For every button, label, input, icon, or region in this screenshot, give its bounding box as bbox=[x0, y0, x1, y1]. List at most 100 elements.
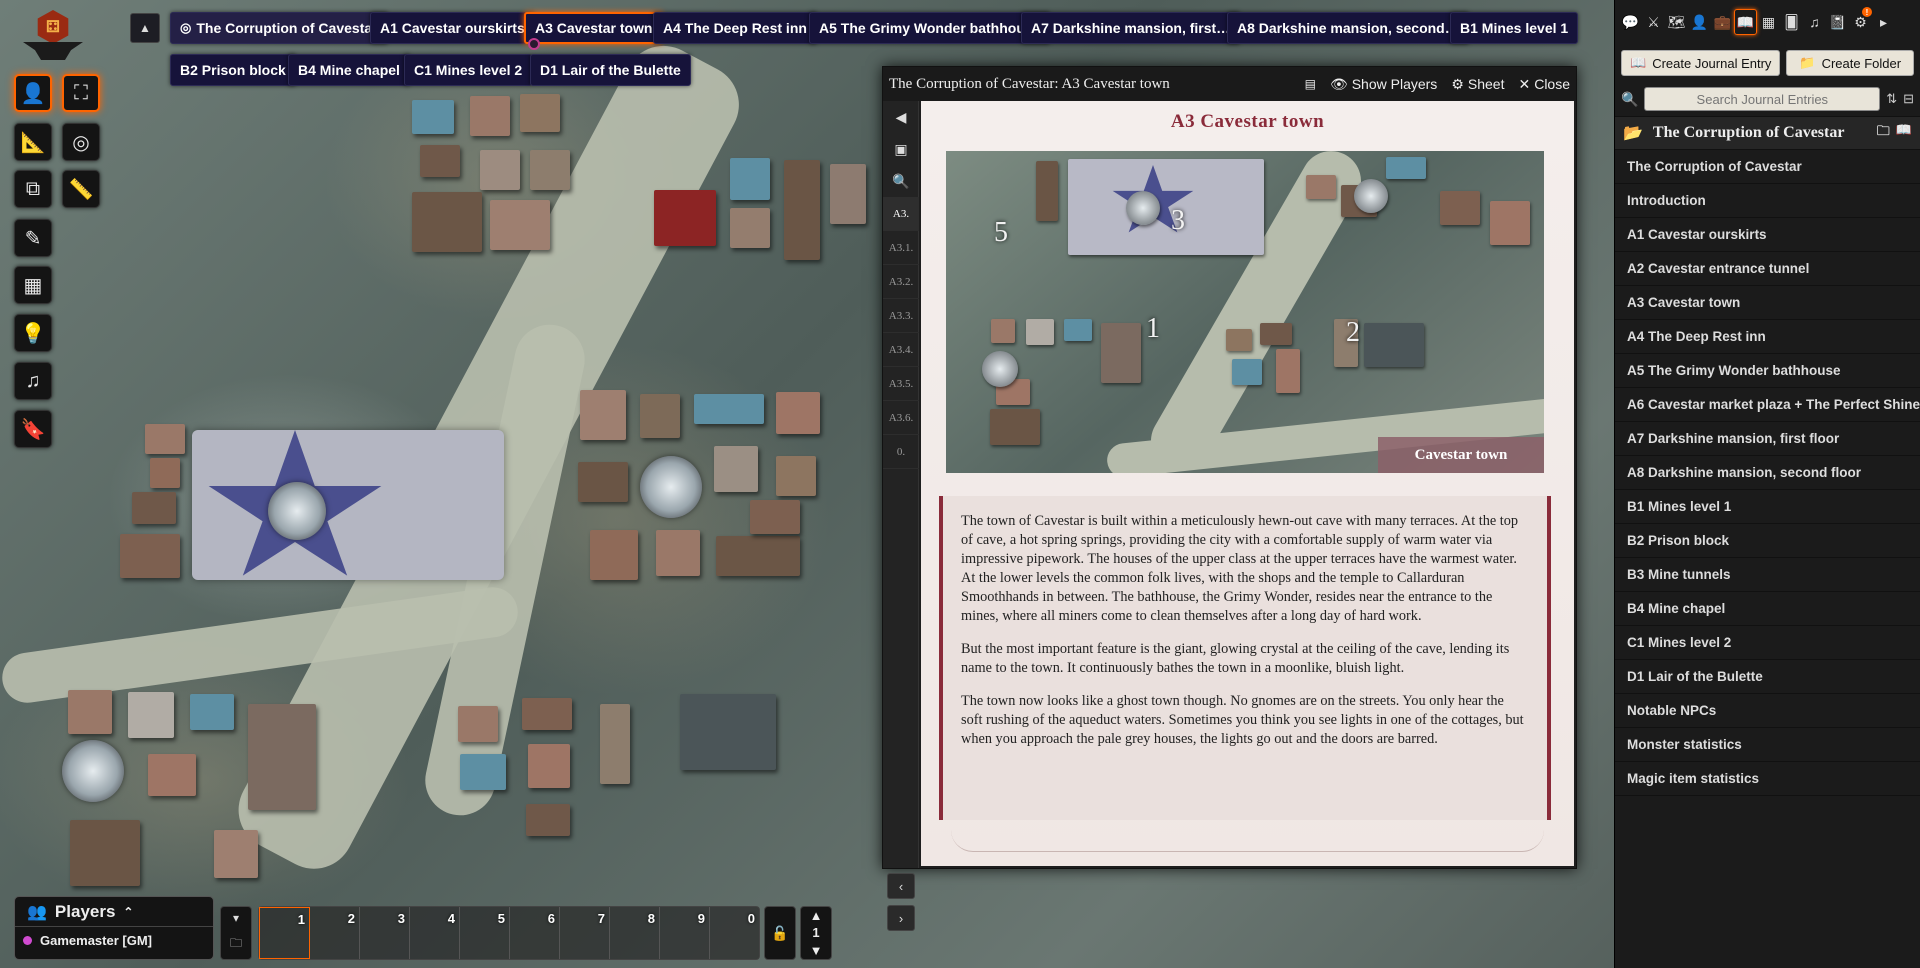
search-icon[interactable]: 🔍 bbox=[883, 165, 919, 197]
macro-slot[interactable]: 0 bbox=[710, 907, 759, 959]
journal-entry-item[interactable]: B1 Mines level 1 bbox=[1615, 490, 1920, 524]
journal-sheet-header[interactable]: The Corruption of Cavestar: A3 Cavestar … bbox=[883, 67, 1576, 101]
macro-slot[interactable]: 7 bbox=[560, 907, 610, 959]
create-subfolder-icon[interactable]: 🗀 bbox=[1877, 122, 1890, 144]
journal-entry-item[interactable]: A7 Darkshine mansion, first floor bbox=[1615, 422, 1920, 456]
journal-entry-item[interactable]: B2 Prison block bbox=[1615, 524, 1920, 558]
collapse-sidebar-icon[interactable]: ◀ bbox=[883, 101, 919, 133]
scene-tab[interactable]: A4 The Deep Rest inn bbox=[653, 12, 817, 44]
journal-entry-item[interactable]: A8 Darkshine mansion, second floor bbox=[1615, 456, 1920, 490]
journal-entry-item[interactable]: Magic item statistics bbox=[1615, 762, 1920, 796]
journal-entry-item[interactable]: Monster statistics bbox=[1615, 728, 1920, 762]
toc-item[interactable]: 0. bbox=[883, 435, 919, 469]
create-journal-entry-button[interactable]: 📖 Create Journal Entry bbox=[1621, 50, 1781, 76]
ruler-tool-button[interactable]: 📏 bbox=[62, 170, 100, 208]
journal-entry-item[interactable]: A2 Cavestar entrance tunnel bbox=[1615, 252, 1920, 286]
town-map-image[interactable]: 5 3 1 2 Cavestar town bbox=[946, 151, 1544, 473]
create-folder-button[interactable]: 📁 Create Folder bbox=[1786, 50, 1914, 76]
close-button[interactable]: ✕ Close bbox=[1518, 76, 1570, 93]
scene-tab[interactable]: A7 Darkshine mansion, first… bbox=[1021, 12, 1241, 44]
scene-tab[interactable]: B2 Prison block bbox=[170, 54, 296, 86]
previous-page-button[interactable]: ‹ bbox=[887, 873, 915, 899]
macro-slot[interactable]: 4 bbox=[410, 907, 460, 959]
chat-icon[interactable]: 💬 bbox=[1619, 9, 1642, 35]
toc-item[interactable]: A3.1. bbox=[883, 231, 919, 265]
scene-tab[interactable]: B4 Mine chapel bbox=[288, 54, 410, 86]
toc-item[interactable]: A3.4. bbox=[883, 333, 919, 367]
next-page-button[interactable]: › bbox=[887, 905, 915, 931]
journal-tab-icon[interactable]: 📖 bbox=[1734, 9, 1757, 35]
sort-icon[interactable]: ⇅ bbox=[1886, 91, 1897, 107]
create-entry-in-folder-icon[interactable]: 📖 bbox=[1896, 122, 1912, 144]
compendium-icon[interactable]: 📓 bbox=[1826, 9, 1849, 35]
journal-entry-item[interactable]: C1 Mines level 2 bbox=[1615, 626, 1920, 660]
app-logo[interactable]: ⚃ bbox=[22, 10, 84, 64]
tables-icon[interactable]: ▦ bbox=[1757, 9, 1780, 35]
scene-tab[interactable]: A8 Darkshine mansion, second… bbox=[1227, 12, 1469, 44]
macro-slot[interactable]: 1 bbox=[259, 907, 310, 959]
journal-entry-item[interactable]: A4 The Deep Rest inn bbox=[1615, 320, 1920, 354]
notes-button[interactable]: 🔖 bbox=[14, 410, 52, 448]
cards-icon[interactable]: 🂠 bbox=[1780, 9, 1803, 35]
macro-slot[interactable]: 8 bbox=[610, 907, 660, 959]
scene-tab[interactable]: A3 Cavestar town bbox=[524, 12, 664, 44]
settings-icon[interactable]: ⚙! bbox=[1849, 7, 1872, 35]
toc-item[interactable]: A3. bbox=[883, 197, 919, 231]
folder-header[interactable]: 📂 The Corruption of Cavestar 🗀 📖 bbox=[1615, 116, 1920, 150]
journal-entry-item[interactable]: The Corruption of Cavestar bbox=[1615, 150, 1920, 184]
collapse-folders-icon[interactable]: ⊟ bbox=[1903, 91, 1914, 107]
macro-slot[interactable]: 2 bbox=[310, 907, 360, 959]
tiles-button[interactable]: ⧉ bbox=[14, 170, 52, 208]
journal-entry-item[interactable]: Introduction bbox=[1615, 184, 1920, 218]
journal-entry-item[interactable]: D1 Lair of the Bulette bbox=[1615, 660, 1920, 694]
actors-icon[interactable]: 👤 bbox=[1688, 9, 1711, 35]
macro-slot[interactable]: 6 bbox=[510, 907, 560, 959]
toc-item[interactable]: A3.5. bbox=[883, 367, 919, 401]
search-input[interactable] bbox=[1644, 87, 1881, 111]
caret-up-icon[interactable]: ▲ bbox=[810, 908, 823, 923]
walls-button[interactable]: ▦ bbox=[14, 266, 52, 304]
toc-item[interactable]: A3.2. bbox=[883, 265, 919, 299]
items-icon[interactable]: 💼 bbox=[1711, 9, 1734, 35]
target-button[interactable]: ◎ bbox=[62, 123, 100, 161]
sheet-config-button[interactable]: ⚙ Sheet bbox=[1451, 76, 1504, 93]
scenes-icon[interactable]: 🗺 bbox=[1665, 9, 1688, 35]
scene-tab[interactable]: C1 Mines level 2 bbox=[404, 54, 533, 86]
caret-down-icon[interactable]: ▼ bbox=[810, 943, 823, 958]
caret-down-icon[interactable]: ▾ bbox=[233, 911, 239, 925]
toc-item[interactable]: A3.6. bbox=[883, 401, 919, 435]
lighting-button[interactable]: 💡 bbox=[14, 314, 52, 352]
toc-item[interactable]: A3.3. bbox=[883, 299, 919, 333]
measure-button[interactable]: 📐 bbox=[14, 123, 52, 161]
journal-entry-item[interactable]: B3 Mine tunnels bbox=[1615, 558, 1920, 592]
scene-nav-toggle-button[interactable]: ▲ bbox=[130, 13, 160, 43]
drawing-button[interactable]: ✎ bbox=[14, 219, 52, 257]
scene-tab[interactable]: D1 Lair of the Bulette bbox=[530, 54, 691, 86]
macro-slot[interactable]: 5 bbox=[460, 907, 510, 959]
player-row[interactable]: Gamemaster [GM] bbox=[15, 927, 213, 954]
journal-entry-item[interactable]: A5 The Grimy Wonder bathhouse bbox=[1615, 354, 1920, 388]
players-panel[interactable]: 👥 Players ⌃ Gamemaster [GM] bbox=[14, 896, 214, 960]
scene-tab[interactable]: B1 Mines level 1 bbox=[1450, 12, 1579, 44]
journal-entry-item[interactable]: A6 Cavestar market plaza + The Perfect S… bbox=[1615, 388, 1920, 422]
show-players-button[interactable]: 👁 Show Players bbox=[1330, 76, 1437, 93]
macro-slot[interactable]: 3 bbox=[360, 907, 410, 959]
combat-icon[interactable]: ⚔ bbox=[1642, 9, 1665, 35]
playlists-icon[interactable]: ♫ bbox=[1803, 9, 1826, 35]
journal-entry-item[interactable]: A3 Cavestar town bbox=[1615, 286, 1920, 320]
journal-entry-item[interactable]: B4 Mine chapel bbox=[1615, 592, 1920, 626]
journal-entry-item[interactable]: A1 Cavestar ourskirts bbox=[1615, 218, 1920, 252]
folder-icon[interactable]: 🗀 bbox=[230, 934, 242, 955]
journal-entry-item[interactable]: Notable NPCs bbox=[1615, 694, 1920, 728]
fullscreen-toggle-button[interactable]: ⛶ bbox=[62, 74, 100, 112]
scene-tab[interactable]: ◎ The Corruption of Cavestar bbox=[170, 12, 388, 44]
macro-slot[interactable]: 9 bbox=[660, 907, 710, 959]
view-mode-icon[interactable]: ▣ bbox=[883, 133, 919, 165]
players-header[interactable]: 👥 Players ⌃ bbox=[15, 897, 213, 927]
sounds-button[interactable]: ♫ bbox=[14, 362, 52, 400]
scene-tab[interactable]: A5 The Grimy Wonder bathhouse bbox=[809, 12, 1051, 44]
hotbar-lock-button[interactable]: 🔓 bbox=[764, 906, 796, 960]
collapse-sidebar-icon[interactable]: ▸ bbox=[1872, 9, 1895, 35]
token-controls-button[interactable]: 👤 bbox=[14, 74, 52, 112]
scene-tab[interactable]: A1 Cavestar ourskirts bbox=[370, 12, 535, 44]
